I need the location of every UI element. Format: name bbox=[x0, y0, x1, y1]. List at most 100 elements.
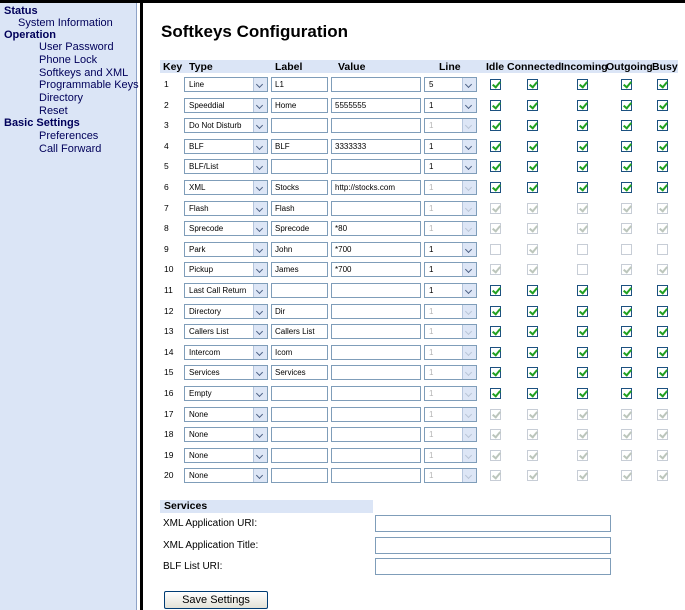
value-input[interactable] bbox=[331, 118, 421, 133]
type-select[interactable]: Intercom bbox=[184, 345, 268, 360]
value-input[interactable] bbox=[331, 386, 421, 401]
outgoing-checkbox[interactable] bbox=[621, 326, 632, 337]
busy-checkbox[interactable] bbox=[657, 347, 668, 358]
outgoing-checkbox[interactable] bbox=[621, 79, 632, 90]
idle-checkbox[interactable] bbox=[490, 182, 501, 193]
sidebar-item-reset[interactable]: Reset bbox=[39, 105, 68, 117]
chevron-down-icon[interactable] bbox=[253, 366, 267, 379]
chevron-down-icon[interactable] bbox=[462, 140, 476, 153]
outgoing-checkbox[interactable] bbox=[621, 141, 632, 152]
connected-checkbox[interactable] bbox=[527, 367, 538, 378]
type-select[interactable]: BLF/List bbox=[184, 159, 268, 174]
label-input[interactable]: John bbox=[271, 242, 328, 257]
busy-checkbox[interactable] bbox=[657, 120, 668, 131]
chevron-down-icon[interactable] bbox=[253, 305, 267, 318]
line-select[interactable]: 1 bbox=[424, 98, 477, 113]
type-select[interactable]: Speeddial bbox=[184, 98, 268, 113]
label-input[interactable]: Home bbox=[271, 98, 328, 113]
incoming-checkbox[interactable] bbox=[577, 141, 588, 152]
type-select[interactable]: None bbox=[184, 427, 268, 442]
line-select[interactable]: 1 bbox=[424, 139, 477, 154]
connected-checkbox[interactable] bbox=[527, 100, 538, 111]
sidebar-item-phone-lock[interactable]: Phone Lock bbox=[39, 54, 97, 66]
busy-checkbox[interactable] bbox=[657, 141, 668, 152]
value-input[interactable] bbox=[331, 448, 421, 463]
sidebar-item-directory[interactable]: Directory bbox=[39, 92, 83, 104]
chevron-down-icon[interactable] bbox=[462, 263, 476, 276]
label-input[interactable]: Sprecode bbox=[271, 221, 328, 236]
sidebar-item-programmable-keys[interactable]: Programmable Keys bbox=[39, 79, 139, 91]
type-select[interactable]: Sprecode bbox=[184, 221, 268, 236]
xml-application-uri-input[interactable] bbox=[375, 515, 611, 532]
outgoing-checkbox[interactable] bbox=[621, 347, 632, 358]
chevron-down-icon[interactable] bbox=[253, 222, 267, 235]
type-select[interactable]: BLF bbox=[184, 139, 268, 154]
value-input[interactable] bbox=[331, 407, 421, 422]
incoming-checkbox[interactable] bbox=[577, 388, 588, 399]
chevron-down-icon[interactable] bbox=[253, 449, 267, 462]
connected-checkbox[interactable] bbox=[527, 285, 538, 296]
line-select[interactable]: 1 bbox=[424, 159, 477, 174]
line-select[interactable]: 1 bbox=[424, 242, 477, 257]
label-input[interactable]: Dir bbox=[271, 304, 328, 319]
value-input[interactable] bbox=[331, 159, 421, 174]
label-input[interactable]: James bbox=[271, 262, 328, 277]
connected-checkbox[interactable] bbox=[527, 120, 538, 131]
save-settings-button[interactable]: Save Settings bbox=[164, 591, 268, 609]
value-input[interactable] bbox=[331, 304, 421, 319]
chevron-down-icon[interactable] bbox=[253, 428, 267, 441]
idle-checkbox[interactable] bbox=[490, 347, 501, 358]
chevron-down-icon[interactable] bbox=[462, 284, 476, 297]
value-input[interactable]: *80 bbox=[331, 221, 421, 236]
incoming-checkbox[interactable] bbox=[577, 326, 588, 337]
chevron-down-icon[interactable] bbox=[253, 160, 267, 173]
incoming-checkbox[interactable] bbox=[577, 285, 588, 296]
xml-application-title-input[interactable] bbox=[375, 537, 611, 554]
chevron-down-icon[interactable] bbox=[253, 99, 267, 112]
type-select[interactable]: Park bbox=[184, 242, 268, 257]
sidebar-item-softkeys-and-xml[interactable]: Softkeys and XML bbox=[39, 67, 128, 79]
type-select[interactable]: Last Call Return bbox=[184, 283, 268, 298]
busy-checkbox[interactable] bbox=[657, 161, 668, 172]
value-input[interactable] bbox=[331, 468, 421, 483]
label-input[interactable] bbox=[271, 159, 328, 174]
chevron-down-icon[interactable] bbox=[253, 78, 267, 91]
idle-checkbox[interactable] bbox=[490, 326, 501, 337]
blf-list-uri-input[interactable] bbox=[375, 558, 611, 575]
label-input[interactable]: Stocks bbox=[271, 180, 328, 195]
outgoing-checkbox[interactable] bbox=[621, 388, 632, 399]
label-input[interactable]: Icom bbox=[271, 345, 328, 360]
busy-checkbox[interactable] bbox=[657, 100, 668, 111]
label-input[interactable]: Callers List bbox=[271, 324, 328, 339]
outgoing-checkbox[interactable] bbox=[621, 182, 632, 193]
idle-checkbox[interactable] bbox=[490, 161, 501, 172]
value-input[interactable]: 5555555 bbox=[331, 98, 421, 113]
incoming-checkbox[interactable] bbox=[577, 306, 588, 317]
label-input[interactable]: Flash bbox=[271, 201, 328, 216]
chevron-down-icon[interactable] bbox=[253, 325, 267, 338]
connected-checkbox[interactable] bbox=[527, 347, 538, 358]
chevron-down-icon[interactable] bbox=[462, 99, 476, 112]
idle-checkbox[interactable] bbox=[490, 100, 501, 111]
type-select[interactable]: None bbox=[184, 407, 268, 422]
outgoing-checkbox[interactable] bbox=[621, 285, 632, 296]
type-select[interactable]: None bbox=[184, 448, 268, 463]
chevron-down-icon[interactable] bbox=[462, 243, 476, 256]
type-select[interactable]: XML bbox=[184, 180, 268, 195]
chevron-down-icon[interactable] bbox=[253, 140, 267, 153]
chevron-down-icon[interactable] bbox=[462, 160, 476, 173]
connected-checkbox[interactable] bbox=[527, 161, 538, 172]
busy-checkbox[interactable] bbox=[657, 182, 668, 193]
value-input[interactable]: *700 bbox=[331, 242, 421, 257]
connected-checkbox[interactable] bbox=[527, 182, 538, 193]
label-input[interactable] bbox=[271, 427, 328, 442]
incoming-checkbox[interactable] bbox=[577, 182, 588, 193]
chevron-down-icon[interactable] bbox=[253, 202, 267, 215]
connected-checkbox[interactable] bbox=[527, 79, 538, 90]
chevron-down-icon[interactable] bbox=[253, 284, 267, 297]
value-input[interactable] bbox=[331, 283, 421, 298]
value-input[interactable] bbox=[331, 365, 421, 380]
incoming-checkbox[interactable] bbox=[577, 161, 588, 172]
label-input[interactable] bbox=[271, 386, 328, 401]
idle-checkbox[interactable] bbox=[490, 306, 501, 317]
